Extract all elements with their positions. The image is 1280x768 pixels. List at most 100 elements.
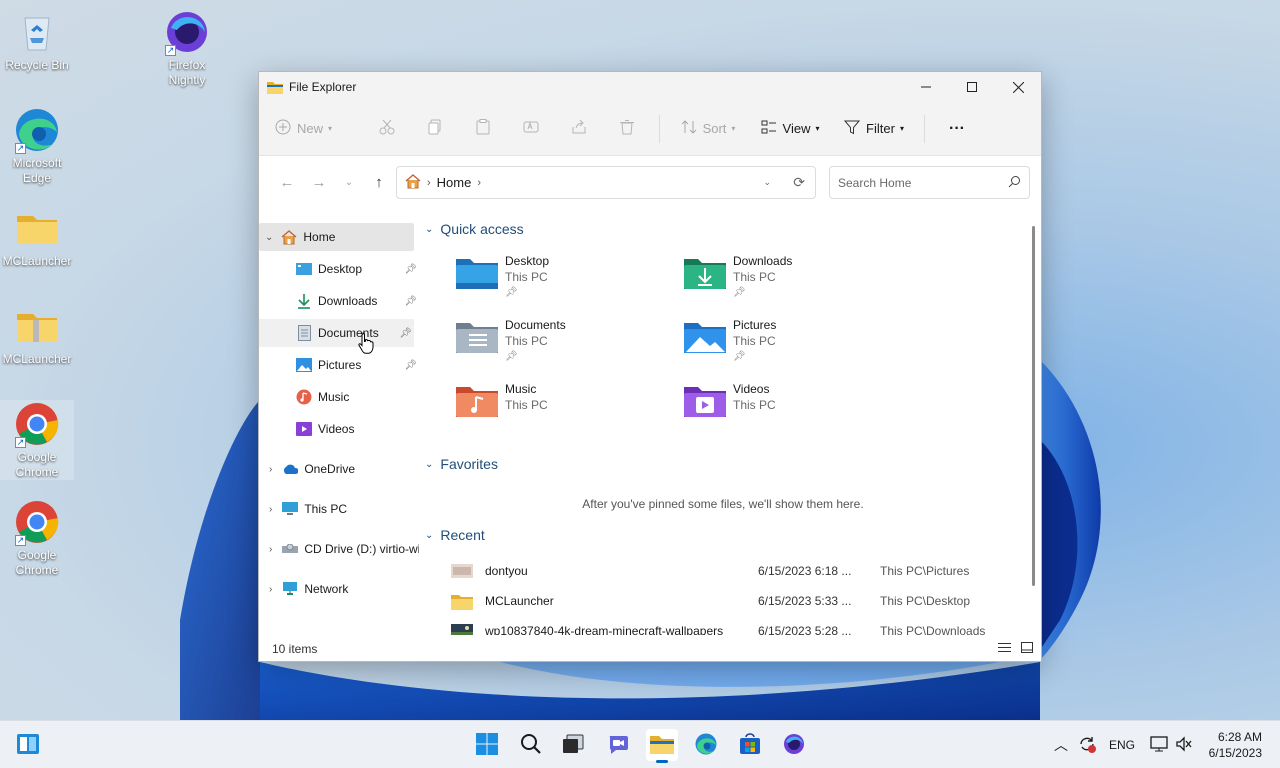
forward-button[interactable]: → bbox=[303, 166, 335, 198]
new-button[interactable]: New ▾ bbox=[275, 112, 363, 146]
nav-item-downloads[interactable]: Downloads 📌︎ bbox=[259, 287, 419, 315]
item-name: Downloads bbox=[733, 254, 793, 268]
address-history-dropdown-icon[interactable]: ⌄ bbox=[763, 177, 771, 188]
update-status-button[interactable] bbox=[1078, 721, 1096, 768]
videos-icon bbox=[296, 421, 312, 437]
address-bar[interactable]: › Home › ⌄ ⟳ bbox=[396, 166, 816, 199]
quick-access-item-documents[interactable]: Documents This PC 📌︎ bbox=[455, 317, 675, 365]
search-input[interactable] bbox=[838, 175, 998, 190]
desktop-icon-label: Firefox Nightly bbox=[168, 58, 206, 87]
show-hidden-icons-button[interactable]: ︿ bbox=[1054, 721, 1068, 768]
recent-header[interactable]: ⌄ Recent bbox=[425, 527, 485, 543]
music-icon bbox=[296, 389, 312, 405]
maximize-button[interactable] bbox=[949, 72, 995, 102]
nav-item-label: Videos bbox=[318, 422, 355, 436]
chevron-down-icon: ⌄ bbox=[425, 529, 434, 541]
file-explorer-taskbar-button[interactable] bbox=[646, 729, 678, 763]
sort-button[interactable]: Sort ▾ bbox=[668, 112, 748, 146]
search-box[interactable] bbox=[829, 166, 1030, 199]
vertical-scrollbar[interactable] bbox=[1032, 226, 1035, 586]
nav-item-music[interactable]: Music bbox=[259, 383, 419, 411]
desktop-icon-label: Google Chrome bbox=[15, 450, 59, 479]
refresh-icon[interactable]: ⟳ bbox=[793, 174, 805, 191]
filter-button[interactable]: Filter ▾ bbox=[832, 112, 916, 146]
pin-icon: 📌︎ bbox=[505, 287, 518, 298]
desktop-icon-label: Google Chrome bbox=[15, 548, 59, 577]
tiles-view-icon[interactable] bbox=[1021, 642, 1033, 656]
recent-file-date: 6/15/2023 6:18 ... bbox=[758, 564, 852, 578]
delete-button[interactable] bbox=[603, 112, 651, 146]
desktop-icon-recycle-bin[interactable]: Recycle Bin bbox=[0, 8, 74, 73]
quick-access-item-videos[interactable]: Videos This PC bbox=[683, 381, 903, 421]
chrome-icon: ↗ bbox=[13, 400, 61, 448]
minimize-button[interactable] bbox=[903, 72, 949, 102]
command-bar: New ▾ Sort ▾ View ▾ Filter ▾ ··· bbox=[259, 102, 1041, 156]
pin-icon: 📌︎ bbox=[733, 287, 746, 298]
favorites-header[interactable]: ⌄ Favorites bbox=[425, 456, 498, 472]
chevron-right-icon[interactable]: › bbox=[269, 464, 272, 475]
details-view-icon[interactable] bbox=[998, 642, 1011, 656]
nav-item-cd-drive[interactable]: › CD Drive (D:) virtio-win bbox=[259, 535, 419, 563]
nav-item-desktop[interactable]: Desktop 📌︎ bbox=[259, 255, 419, 283]
quick-access-header[interactable]: ⌄ Quick access bbox=[425, 221, 524, 237]
nav-item-videos[interactable]: Videos bbox=[259, 415, 419, 443]
quick-access-item-downloads[interactable]: Downloads This PC 📌︎ bbox=[683, 253, 903, 301]
widgets-button[interactable] bbox=[12, 729, 44, 761]
recent-file-location: This PC\Downloads bbox=[880, 624, 986, 635]
recent-row-mclauncher[interactable]: MCLauncher 6/15/2023 5:33 ... This PC\De… bbox=[451, 587, 1011, 615]
chevron-right-icon[interactable]: › bbox=[269, 544, 272, 555]
quick-access-item-desktop[interactable]: Desktop This PC 📌︎ bbox=[455, 253, 675, 301]
paste-button[interactable] bbox=[459, 112, 507, 146]
nav-item-network[interactable]: › Network bbox=[259, 575, 419, 603]
search-taskbar-button[interactable] bbox=[515, 729, 547, 761]
desktop-icon-mclauncher-folder[interactable]: MCLauncher bbox=[0, 204, 74, 269]
chevron-up-icon: ︿ bbox=[1054, 737, 1068, 753]
recent-row-wallpaper[interactable]: wp10837840-4k-dream-minecraft-wallpapers… bbox=[451, 617, 1011, 635]
volume-tray-button[interactable] bbox=[1175, 721, 1193, 768]
desktop-icon-google-chrome-2[interactable]: ↗ Google Chrome bbox=[0, 498, 74, 578]
filter-label: Filter bbox=[866, 121, 895, 136]
language-indicator[interactable]: ENG bbox=[1109, 721, 1135, 768]
start-button[interactable] bbox=[471, 729, 503, 761]
clock[interactable]: 6:28 AM 6/15/2023 bbox=[1209, 729, 1262, 761]
share-button[interactable] bbox=[555, 112, 603, 146]
desktop-icon-mclauncher-zip[interactable]: MCLauncher bbox=[0, 302, 74, 367]
desktop-icon-microsoft-edge[interactable]: ↗ Microsoft Edge bbox=[0, 106, 74, 186]
network-tray-button[interactable] bbox=[1150, 721, 1168, 768]
cut-button[interactable] bbox=[363, 112, 411, 146]
back-button[interactable]: ← bbox=[271, 166, 303, 198]
nav-item-pictures[interactable]: Pictures 📌︎ bbox=[259, 351, 419, 379]
chevron-down-icon: ▾ bbox=[899, 124, 904, 133]
rename-button[interactable] bbox=[507, 112, 555, 146]
chevron-right-icon[interactable]: › bbox=[269, 584, 272, 595]
see-more-button[interactable]: ··· bbox=[933, 112, 981, 146]
chat-button[interactable] bbox=[602, 729, 634, 761]
quick-access-item-pictures[interactable]: Pictures This PC 📌︎ bbox=[683, 317, 903, 365]
desktop-icon-firefox-nightly[interactable]: ↗ Firefox Nightly bbox=[150, 8, 224, 88]
copy-icon bbox=[427, 119, 443, 138]
chevron-right-icon[interactable]: › bbox=[269, 504, 272, 515]
navigation-bar: ← → ⌄ ↑ › Home › ⌄ ⟳ bbox=[259, 156, 1041, 208]
close-button[interactable] bbox=[995, 72, 1041, 102]
search-icon bbox=[520, 733, 542, 758]
nav-item-this-pc[interactable]: › This PC bbox=[259, 495, 419, 523]
nav-item-home[interactable]: ⌄ Home bbox=[259, 223, 414, 251]
view-button[interactable]: View ▾ bbox=[748, 112, 832, 146]
title-bar[interactable]: File Explorer bbox=[259, 72, 1041, 102]
breadcrumb-home[interactable]: Home bbox=[437, 175, 472, 190]
up-button[interactable]: ↑ bbox=[363, 166, 395, 198]
recent-locations-button[interactable]: ⌄ bbox=[335, 166, 363, 198]
nav-item-onedrive[interactable]: › OneDrive bbox=[259, 455, 419, 483]
store-taskbar-button[interactable] bbox=[734, 729, 766, 761]
firefox-taskbar-button[interactable] bbox=[778, 729, 810, 761]
desktop-icon-google-chrome-1[interactable]: ↗ Google Chrome bbox=[0, 400, 74, 480]
edge-taskbar-button[interactable] bbox=[690, 729, 722, 761]
quick-access-item-music[interactable]: Music This PC bbox=[455, 381, 675, 421]
task-view-button[interactable] bbox=[557, 729, 589, 761]
copy-button[interactable] bbox=[411, 112, 459, 146]
chevron-down-icon[interactable]: ⌄ bbox=[265, 232, 273, 243]
recent-row-dontyou[interactable]: dontyou 6/15/2023 6:18 ... This PC\Pictu… bbox=[451, 557, 1011, 585]
item-name: Pictures bbox=[733, 318, 777, 332]
nav-item-documents[interactable]: Documents 📌︎ bbox=[259, 319, 414, 347]
nav-item-label: Network bbox=[304, 582, 349, 596]
